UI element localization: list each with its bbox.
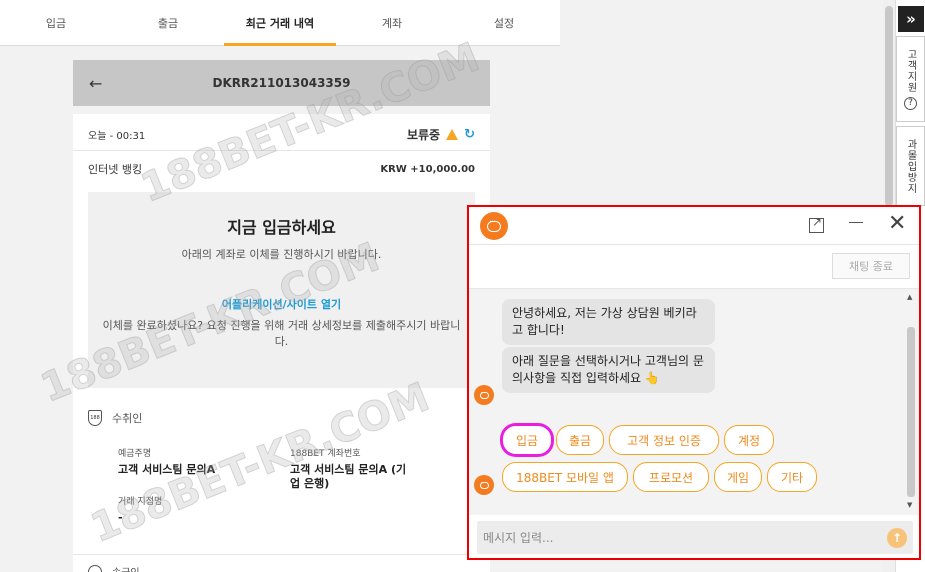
completion-description: 이체를 완료하셨나요? 요청 진행을 위해 거래 상세정보를 제출해주시기 바랍… bbox=[102, 319, 461, 348]
chat-scrollbar[interactable]: ▲ ▼ bbox=[907, 293, 915, 509]
option-account[interactable]: 계정 bbox=[724, 425, 774, 455]
payment-method: 인터넷 뱅킹 bbox=[88, 163, 143, 176]
support-label: 고객지원 bbox=[905, 48, 916, 93]
transaction-status-row: 오늘 - 00:31 보류중 ↻ bbox=[88, 124, 475, 144]
branch-label: 거래 지점명 bbox=[118, 497, 163, 507]
recipient-label: 수취인 bbox=[112, 412, 143, 425]
transaction-amount: KRW +10,000.00 bbox=[380, 163, 475, 175]
tab-settings[interactable]: 설정 bbox=[448, 0, 560, 45]
gambling-prevention-button[interactable]: 과몰입방지 bbox=[896, 126, 925, 206]
tab-withdraw[interactable]: 출금 bbox=[112, 0, 224, 45]
deposit-title: 지금 입금하세요 bbox=[227, 218, 336, 237]
status-label: 보류중 bbox=[406, 127, 441, 142]
gambling-label: 과몰입방지 bbox=[905, 138, 916, 194]
deposit-description: 아래의 계좌로 이체를 진행하시기 바랍니다. bbox=[181, 248, 382, 261]
option-games[interactable]: 게임 bbox=[714, 462, 762, 492]
depositor-field: 예금주명 고객 서비스팀 문의A bbox=[118, 446, 268, 477]
depositor-label: 예금주명 bbox=[118, 449, 152, 459]
option-promotion[interactable]: 프로모션 bbox=[633, 462, 709, 492]
chat-message-input[interactable] bbox=[477, 530, 887, 545]
scroll-up-icon[interactable]: ▲ bbox=[907, 293, 912, 301]
end-chat-button[interactable]: 채팅 종료 bbox=[832, 253, 910, 279]
divider bbox=[73, 150, 490, 151]
chat-messages: 안녕하세요, 저는 가상 상담원 베키라고 합니다! 아래 질문을 선택하시거나… bbox=[469, 289, 919, 515]
tab-account[interactable]: 계좌 bbox=[336, 0, 448, 45]
chat-header: ✕ bbox=[469, 207, 919, 245]
collapse-chevrons-icon[interactable]: » bbox=[898, 6, 924, 32]
transaction-time: 오늘 - 00:31 bbox=[88, 130, 146, 142]
option-deposit[interactable]: 입금 bbox=[502, 425, 552, 455]
bot-avatar-icon bbox=[474, 385, 494, 405]
transaction-id: DKRR211013043359 bbox=[212, 76, 351, 90]
warning-icon bbox=[446, 128, 459, 140]
account-label: 188BET 계좌번호 bbox=[290, 449, 361, 459]
chat-input-bar: ↑ bbox=[477, 521, 913, 554]
option-withdraw[interactable]: 출금 bbox=[556, 425, 604, 455]
send-arrow-icon[interactable]: ↑ bbox=[887, 527, 907, 548]
tab-deposit[interactable]: 입금 bbox=[0, 0, 112, 45]
top-nav: 입금 출금 최근 거래 내역 계좌 설정 bbox=[0, 0, 560, 46]
customer-support-button[interactable]: 고객지원 ? bbox=[896, 36, 925, 122]
recipient-header: 188 수취인 bbox=[88, 410, 142, 426]
option-other[interactable]: 기타 bbox=[767, 462, 817, 492]
close-icon[interactable]: ✕ bbox=[888, 211, 906, 236]
popout-icon[interactable] bbox=[809, 215, 824, 233]
open-app-link[interactable]: 어플리케이션/사이트 열기 bbox=[88, 296, 475, 312]
chat-logo-icon bbox=[480, 212, 508, 240]
chat-message: 아래 질문을 선택하시거나 고객님의 문의사항을 직접 입력하세요 👆 bbox=[502, 347, 715, 393]
shield-icon: 188 bbox=[88, 410, 102, 426]
branch-field: 거래 지점명 - bbox=[118, 494, 268, 525]
question-icon: ? bbox=[904, 96, 917, 110]
tab-recent-transactions[interactable]: 최근 거래 내역 bbox=[224, 0, 336, 46]
account-value: 고객 서비스팀 문의A (기업 은행) bbox=[290, 463, 407, 490]
status-group: 보류중 ↻ bbox=[407, 126, 475, 143]
sender-header: 송금인 bbox=[88, 564, 140, 572]
branch-value: - bbox=[118, 511, 123, 524]
transaction-card: 오늘 - 00:31 보류중 ↻ 인터넷 뱅킹 KRW +10,000.00 지… bbox=[73, 114, 490, 572]
minimize-icon[interactable] bbox=[849, 222, 863, 223]
sender-icon bbox=[88, 564, 102, 572]
chat-widget: ✕ 채팅 종료 안녕하세요, 저는 가상 상담원 베키라고 합니다! 아래 질문… bbox=[467, 205, 921, 560]
account-field: 188BET 계좌번호 고객 서비스팀 문의A (기업 은행) bbox=[290, 446, 415, 491]
depositor-value: 고객 서비스팀 문의A bbox=[118, 463, 216, 476]
divider bbox=[73, 554, 490, 555]
method-row: 인터넷 뱅킹 KRW +10,000.00 bbox=[88, 160, 475, 178]
sender-label: 송금인 bbox=[112, 564, 140, 572]
chat-message: 안녕하세요, 저는 가상 상담원 베키라고 합니다! bbox=[502, 299, 715, 345]
page: 입금 출금 최근 거래 내역 계좌 설정 ← DKRR211013043359 … bbox=[0, 0, 925, 572]
scrollbar-thumb[interactable] bbox=[885, 6, 893, 206]
option-verification[interactable]: 고객 정보 인증 bbox=[609, 425, 719, 455]
chat-scroll-thumb[interactable] bbox=[907, 327, 915, 497]
refresh-icon[interactable]: ↻ bbox=[464, 127, 475, 142]
scroll-down-icon[interactable]: ▼ bbox=[907, 501, 912, 509]
back-arrow-icon[interactable]: ← bbox=[89, 74, 102, 93]
bot-avatar-icon bbox=[474, 475, 494, 495]
deposit-instructions: 지금 입금하세요 아래의 계좌로 이체를 진행하시기 바랍니다. 어플리케이션/… bbox=[88, 192, 475, 388]
option-mobile-app[interactable]: 188BET 모바일 앱 bbox=[502, 462, 628, 492]
transaction-header: ← DKRR211013043359 bbox=[73, 60, 490, 106]
